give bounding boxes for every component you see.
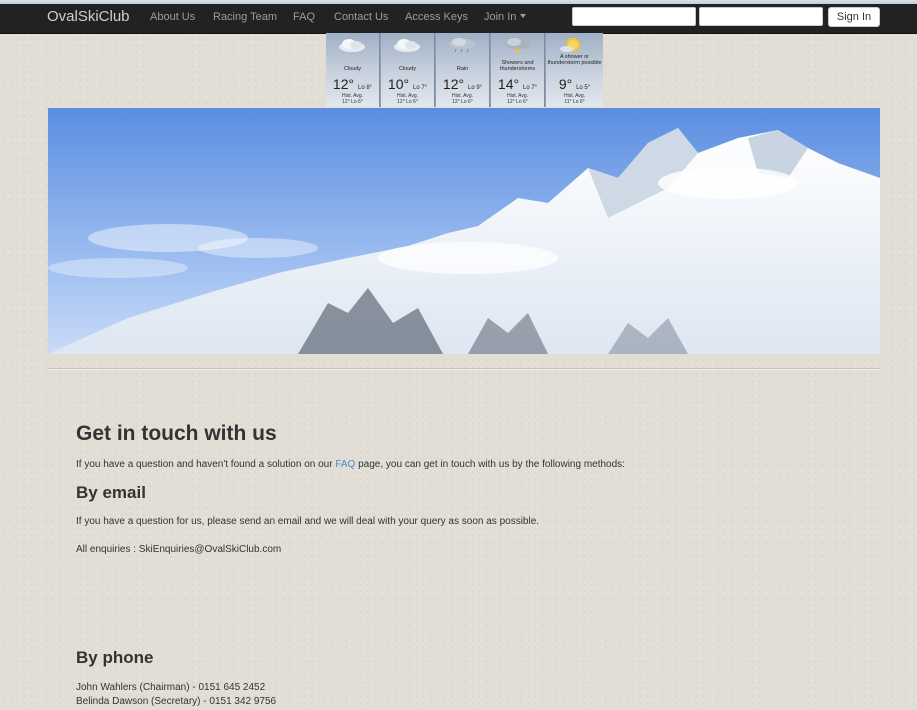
weather-hist-values: 12° Lo 6° (452, 99, 473, 105)
phone-secretary: Belinda Dawson (Secretary) - 0151 342 97… (76, 696, 277, 707)
weather-high: 12° (332, 76, 355, 92)
sign-in-button[interactable]: Sign In (828, 7, 880, 27)
content-divider (48, 368, 880, 370)
nav-access-keys[interactable]: Access Keys (405, 11, 468, 23)
nav-join-in-label: Join In (484, 11, 517, 23)
phone-heading: By phone (76, 648, 154, 667)
weather-high: 10° (387, 76, 410, 92)
weather-low: Lo 8° (357, 85, 373, 91)
weather-hist: Hist. Avg. 12° Lo 6° (381, 93, 434, 105)
nav-faq[interactable]: FAQ (293, 11, 315, 23)
mountain-image (48, 108, 880, 354)
phone-chairman: John Wahlers (Chairman) - 0151 645 2452 (76, 682, 266, 693)
weather-day-2: Cloudy 10° Lo 7° Hist. Avg. 12° Lo 6° (381, 33, 435, 107)
weather-hist: Hist. Avg. 12° Lo 6° (491, 93, 544, 105)
weather-day-1: Cloudy 12° Lo 8° Hist. Avg. 12° Lo 6° (326, 33, 380, 107)
intro-text: If you have a question and haven't found… (76, 459, 625, 470)
intro-text-start: If you have a question and haven't found… (76, 459, 336, 470)
weather-hist: Hist. Avg. 11° Lo 6° (546, 93, 603, 105)
page-title: Get in touch with us (76, 422, 277, 445)
navbar: OvalSkiClub About Us Racing Team FAQ Con… (0, 0, 917, 34)
nav-join-in[interactable]: Join In (484, 11, 527, 23)
weather-temps: 9° Lo 5° (546, 76, 603, 92)
nav-contact-us[interactable]: Contact Us (334, 11, 388, 23)
weather-widget[interactable]: Cloudy 12° Lo 8° Hist. Avg. 12° Lo 6° Clo… (326, 33, 603, 107)
weather-hist-values: 12° Lo 6° (507, 99, 528, 105)
weather-high: 9° (558, 76, 573, 92)
browser-strip (0, 0, 917, 4)
weather-day-4: Showers and thunderstorms 14° Lo 7° Hist… (491, 33, 545, 107)
weather-temps: 10° Lo 7° (381, 76, 434, 92)
weather-day-3: Rain 12° Lo 9° Hist. Avg. 12° Lo 6° (436, 33, 490, 107)
rain-cloud-icon (449, 38, 475, 53)
username-input[interactable] (572, 7, 696, 26)
nav-about-us[interactable]: About Us (150, 11, 195, 23)
brand-logo[interactable]: OvalSkiClub (47, 8, 130, 25)
weather-condition: Cloudy (398, 66, 417, 72)
sun-storm-icon (560, 38, 580, 52)
weather-hist-values: 12° Lo 6° (397, 99, 418, 105)
intro-text-end: page, you can get in touch with us by th… (355, 459, 625, 470)
weather-hist-values: 11° Lo 6° (564, 99, 585, 105)
weather-low: Lo 7° (412, 85, 428, 91)
email-text: If you have a question for us, please se… (76, 516, 540, 527)
email-contact: All enquiries : SkiEnquiries@OvalSkiClub… (76, 544, 282, 555)
weather-temps: 12° Lo 8° (326, 76, 379, 92)
cloud-icon (339, 39, 365, 52)
weather-low: Lo 7° (522, 85, 538, 91)
weather-temps: 14° Lo 7° (491, 76, 544, 92)
weather-temps: 12° Lo 9° (436, 76, 489, 92)
weather-low: Lo 5° (576, 85, 591, 91)
weather-low: Lo 9° (467, 85, 483, 91)
weather-condition: Showers and thunderstorms (499, 60, 536, 72)
weather-condition: Rain (456, 66, 469, 72)
weather-hist-values: 12° Lo 6° (342, 99, 363, 105)
weather-day-5: A shower or thunderstorm possible 9° Lo … (546, 33, 603, 107)
caret-down-icon (520, 14, 527, 18)
weather-condition: Cloudy (343, 66, 362, 72)
email-heading: By email (76, 483, 146, 502)
faq-link[interactable]: FAQ (335, 459, 355, 470)
storm-cloud-icon (504, 38, 530, 53)
weather-high: 12° (442, 76, 465, 92)
mountain-banner-image (48, 108, 880, 354)
nav-racing-team[interactable]: Racing Team (213, 11, 277, 23)
weather-high: 14° (497, 76, 520, 92)
weather-hist: Hist. Avg. 12° Lo 6° (326, 93, 379, 105)
weather-hist: Hist. Avg. 12° Lo 6° (436, 93, 489, 105)
password-input[interactable] (699, 7, 823, 26)
cloud-icon (394, 39, 420, 52)
weather-condition: A shower or thunderstorm possible (547, 54, 602, 66)
